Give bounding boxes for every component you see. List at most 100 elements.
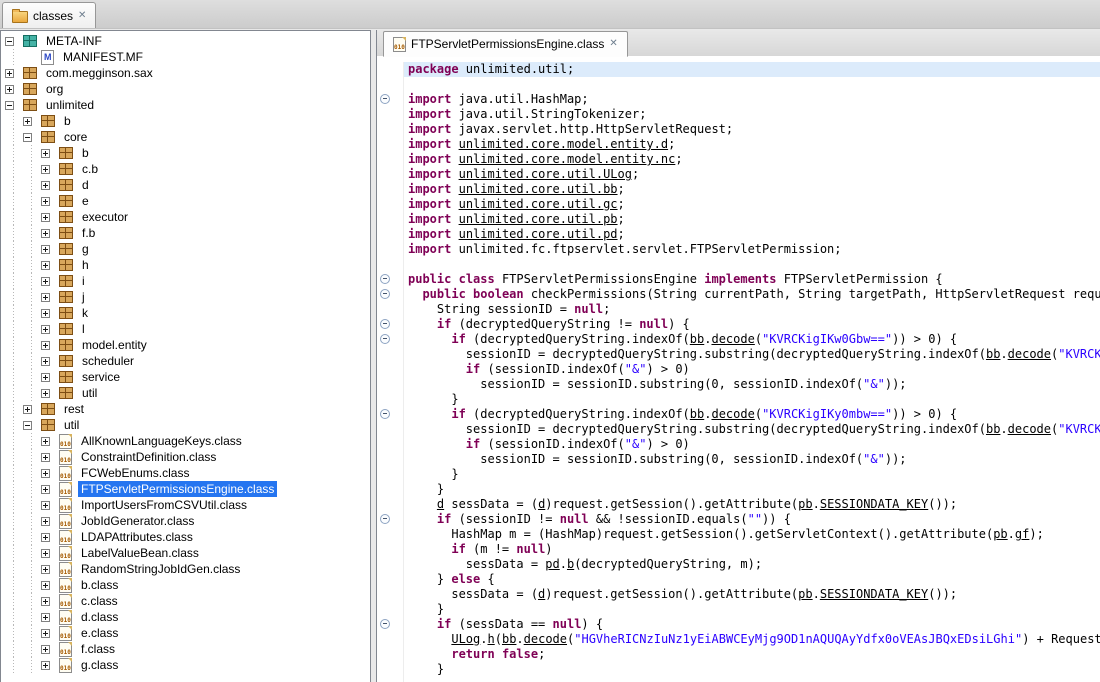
tree-item[interactable]: rest	[1, 401, 370, 417]
tree-item[interactable]: LabelValueBean.class	[1, 545, 370, 561]
tree-item[interactable]: ImportUsersFromCSVUtil.class	[1, 497, 370, 513]
tree-item[interactable]: d.class	[1, 609, 370, 625]
identifier-link[interactable]: ULog	[451, 632, 480, 646]
expand-icon[interactable]	[41, 165, 50, 174]
expand-icon[interactable]	[41, 309, 50, 318]
tree-item[interactable]: c.class	[1, 593, 370, 609]
tree-item[interactable]: service	[1, 369, 370, 385]
code-line[interactable]: import unlimited.core.model.entity.nc;	[377, 152, 1100, 167]
code-line[interactable]: sessionID = sessionID.substring(0, sessi…	[377, 452, 1100, 467]
tree-item[interactable]: unlimited	[1, 97, 370, 113]
expand-icon[interactable]	[41, 277, 50, 286]
code-line[interactable]: d sessData = (d)request.getSession().get…	[377, 497, 1100, 512]
code-line[interactable]: HashMap m = (HashMap)request.getSession(…	[377, 527, 1100, 542]
expand-icon[interactable]	[41, 613, 50, 622]
code-line[interactable]: if (decryptedQueryString != null) {	[377, 317, 1100, 332]
tree-item[interactable]: i	[1, 273, 370, 289]
tree-item[interactable]: model.entity	[1, 337, 370, 353]
expand-icon[interactable]	[41, 437, 50, 446]
expand-icon[interactable]	[41, 197, 50, 206]
identifier-link[interactable]: unlimited.core.util.pb	[459, 212, 618, 226]
identifier-link[interactable]: decode	[524, 632, 567, 646]
tree-item[interactable]: c.b	[1, 161, 370, 177]
code-line[interactable]	[377, 677, 1100, 682]
tree-item[interactable]: executor	[1, 209, 370, 225]
tree-item[interactable]: g.class	[1, 657, 370, 673]
code-line[interactable]: import java.util.HashMap;	[377, 92, 1100, 107]
tree-item[interactable]: b	[1, 145, 370, 161]
code-line[interactable]: import java.util.StringTokenizer;	[377, 107, 1100, 122]
tree-item[interactable]: g	[1, 241, 370, 257]
identifier-link[interactable]: SESSIONDATA_KEY	[820, 587, 928, 601]
expand-icon[interactable]	[41, 245, 50, 254]
code-line[interactable]: if (m != null)	[377, 542, 1100, 557]
code-line[interactable]: public boolean checkPermissions(String c…	[377, 287, 1100, 302]
tree-item[interactable]: util	[1, 417, 370, 433]
tree-item[interactable]: util	[1, 385, 370, 401]
expand-icon[interactable]	[41, 597, 50, 606]
identifier-link[interactable]: bb	[986, 422, 1000, 436]
tree-item[interactable]: LDAPAttributes.class	[1, 529, 370, 545]
code-line[interactable]: String sessionID = null;	[377, 302, 1100, 317]
identifier-link[interactable]: bb	[502, 632, 516, 646]
identifier-link[interactable]: unlimited.core.util.bb	[459, 182, 618, 196]
code-line[interactable]: import unlimited.core.util.bb;	[377, 182, 1100, 197]
tree-item[interactable]: b	[1, 113, 370, 129]
expand-icon[interactable]	[41, 565, 50, 574]
close-icon[interactable]: ✕	[78, 11, 86, 21]
expand-icon[interactable]	[41, 469, 50, 478]
tree-item[interactable]: FTPServletPermissionsEngine.class	[1, 481, 370, 497]
expand-icon[interactable]	[41, 517, 50, 526]
tree-item[interactable]: JobIdGenerator.class	[1, 513, 370, 529]
tree-item[interactable]: MANIFEST.MF	[1, 49, 370, 65]
identifier-link[interactable]: bb	[986, 347, 1000, 361]
code-line[interactable]: }	[377, 482, 1100, 497]
tree-item[interactable]: d	[1, 177, 370, 193]
expand-icon[interactable]	[41, 485, 50, 494]
identifier-link[interactable]: bb	[690, 407, 704, 421]
identifier-link[interactable]: pb	[798, 497, 812, 511]
tree-item[interactable]: l	[1, 321, 370, 337]
code-line[interactable]: if (sessionID != null && !sessionID.equa…	[377, 512, 1100, 527]
tree-item[interactable]: j	[1, 289, 370, 305]
code-line[interactable]: import javax.servlet.http.HttpServletReq…	[377, 122, 1100, 137]
code-line[interactable]: sessData = (d)request.getSession().getAt…	[377, 587, 1100, 602]
code-line[interactable]: import unlimited.core.util.pb;	[377, 212, 1100, 227]
tree-item[interactable]: h	[1, 257, 370, 273]
identifier-link[interactable]: gf	[1015, 527, 1029, 541]
code-line[interactable]: return false;	[377, 647, 1100, 662]
fold-collapse-icon[interactable]	[380, 514, 390, 524]
expand-icon[interactable]	[41, 549, 50, 558]
expand-icon[interactable]	[41, 261, 50, 270]
identifier-link[interactable]: pb	[798, 587, 812, 601]
fold-collapse-icon[interactable]	[380, 274, 390, 284]
expand-icon[interactable]	[41, 213, 50, 222]
fold-collapse-icon[interactable]	[380, 319, 390, 329]
identifier-link[interactable]: unlimited.core.model.entity.d	[459, 137, 669, 151]
tree-item[interactable]: org	[1, 81, 370, 97]
code-line[interactable]: if (decryptedQueryString.indexOf(bb.deco…	[377, 332, 1100, 347]
identifier-link[interactable]: h	[488, 632, 495, 646]
identifier-link[interactable]: decode	[1008, 347, 1051, 361]
code-line[interactable]: if (sessionID.indexOf("&") > 0)	[377, 362, 1100, 377]
tree-item[interactable]: FCWebEnums.class	[1, 465, 370, 481]
identifier-link[interactable]: unlimited.core.util.pd	[459, 227, 618, 241]
code-line[interactable]: }	[377, 392, 1100, 407]
identifier-link[interactable]: unlimited.core.util.ULog	[459, 167, 632, 181]
expand-icon[interactable]	[41, 661, 50, 670]
tab-ftpservletpermissionsengine[interactable]: FTPServletPermissionsEngine.class ✕	[383, 31, 628, 57]
code-line[interactable]: import unlimited.core.util.ULog;	[377, 167, 1100, 182]
collapse-icon[interactable]	[23, 421, 32, 430]
identifier-link[interactable]: decode	[711, 407, 754, 421]
tree-item[interactable]: k	[1, 305, 370, 321]
expand-icon[interactable]	[41, 341, 50, 350]
tree-item[interactable]: b.class	[1, 577, 370, 593]
close-icon[interactable]: ✕	[609, 39, 617, 49]
code-line[interactable]: package unlimited.util;	[377, 62, 1100, 77]
identifier-link[interactable]: decode	[1008, 422, 1051, 436]
fold-collapse-icon[interactable]	[380, 334, 390, 344]
tree-item[interactable]: f.b	[1, 225, 370, 241]
code-line[interactable]: sessData = pd.b(decryptedQueryString, m)…	[377, 557, 1100, 572]
code-line[interactable]: if (sessionID.indexOf("&") > 0)	[377, 437, 1100, 452]
identifier-link[interactable]: pd	[545, 557, 559, 571]
